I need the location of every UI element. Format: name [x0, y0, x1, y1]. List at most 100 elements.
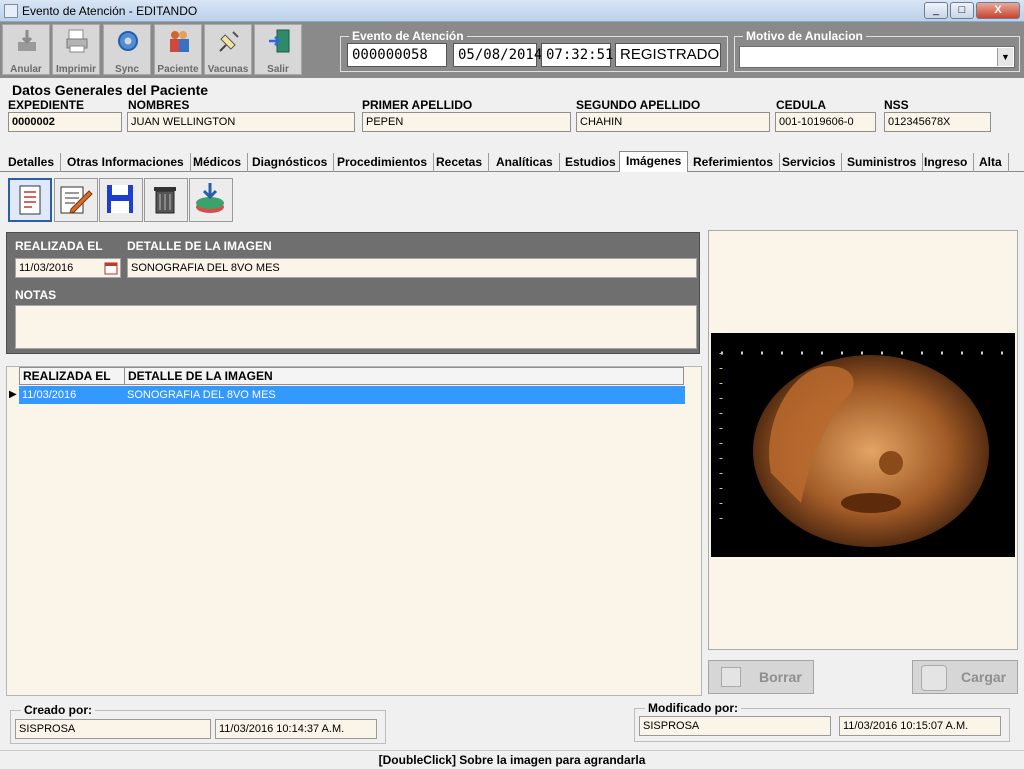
paciente-button[interactable]: Paciente: [154, 24, 202, 75]
new-record-button[interactable]: [8, 178, 52, 222]
cargar-button[interactable]: Cargar: [912, 660, 1018, 694]
tab-procedimientos[interactable]: Procedimientos: [331, 153, 435, 172]
anulacion-group: Motivo de Anulacion ▼: [734, 29, 1020, 72]
cedula-label: CEDULA: [776, 98, 826, 112]
cargar-label: Cargar: [961, 669, 1007, 685]
window-title: Evento de Atención - EDITANDO: [22, 4, 198, 18]
vacunas-button[interactable]: Vacunas: [204, 24, 252, 75]
modificado-group: Modificado por: SISPROSA 11/03/2016 10:1…: [634, 701, 1010, 742]
tab-suministros[interactable]: Suministros: [841, 153, 924, 172]
segundo-apellido-label: SEGUNDO APELLIDO: [576, 98, 701, 112]
creado-group: Creado por: SISPROSA 11/03/2016 10:14:37…: [10, 703, 386, 744]
expediente-label: EXPEDIENTE: [8, 98, 85, 112]
realizada-date-field[interactable]: 11/03/2016: [15, 258, 121, 278]
tab-bar: Detalles Otras Informaciones Médicos Dia…: [0, 151, 1024, 173]
borrar-label: Borrar: [759, 669, 802, 685]
row-pointer-icon: ▶: [9, 389, 17, 400]
tab-alta[interactable]: Alta: [973, 153, 1009, 172]
sync-gear-icon: [118, 31, 138, 51]
nombres-field[interactable]: JUAN WELLINGTON: [127, 112, 355, 132]
printer-icon: [66, 29, 88, 53]
anulacion-legend: Motivo de Anulacion: [743, 29, 866, 43]
notas-label: NOTAS: [15, 288, 57, 302]
exit-door-icon: [269, 29, 290, 53]
nombres-label: NOMBRES: [128, 98, 190, 112]
modificado-user-field[interactable]: SISPROSA: [639, 716, 831, 736]
main-toolbar: Anular Imprimir Sync Paciente Vacunas Sa…: [0, 22, 1024, 78]
tab-estudios[interactable]: Estudios: [559, 153, 623, 172]
delete-button[interactable]: [144, 178, 188, 222]
title-bar: Evento de Atención - EDITANDO _ □ X: [0, 0, 1024, 22]
imagenes-panel: REALIZADA EL DETALLE DE LA IMAGEN 11/03/…: [2, 172, 1022, 698]
borrar-icon: [721, 667, 741, 687]
grid-header-detalle[interactable]: DETALLE DE LA IMAGEN: [124, 367, 684, 385]
borrar-button[interactable]: Borrar: [708, 660, 814, 694]
tab-recetas[interactable]: Recetas: [430, 153, 490, 172]
download-stack-icon: [196, 183, 224, 213]
row-realizada-cell: 11/03/2016: [22, 389, 77, 401]
calendar-icon[interactable]: [104, 261, 118, 275]
grid-header-realizada[interactable]: REALIZADA EL: [19, 367, 125, 385]
images-grid: REALIZADA EL DETALLE DE LA IMAGEN ▶ 11/0…: [6, 366, 702, 696]
trash-can-icon: [154, 187, 176, 214]
anular-icon: [18, 30, 36, 51]
tab-detalles[interactable]: Detalles: [2, 153, 62, 172]
tab-servicios[interactable]: Servicios: [776, 153, 843, 172]
evento-numero-field[interactable]: 000000058: [347, 43, 447, 67]
creado-user-field[interactable]: SISPROSA: [15, 719, 211, 739]
edit-button[interactable]: [54, 178, 98, 222]
modificado-fecha-field[interactable]: 11/03/2016 10:15:07 A.M.: [839, 716, 1001, 736]
salir-label: Salir: [267, 64, 289, 75]
patient-legend: Datos Generales del Paciente: [12, 82, 209, 98]
nss-field[interactable]: 012345678X: [884, 112, 991, 132]
app-icon: [4, 4, 18, 18]
evento-fecha-field[interactable]: 05/08/2014: [453, 43, 542, 67]
import-button[interactable]: [189, 178, 233, 222]
floppy-disk-icon: [107, 185, 133, 213]
tab-otras-informaciones[interactable]: Otras Informaciones: [61, 153, 191, 172]
detalle-label: DETALLE DE LA IMAGEN: [127, 239, 272, 253]
evento-group: Evento de Atención 000000058 05/08/2014 …: [340, 29, 728, 72]
tab-diagnosticos[interactable]: Diagnósticos: [246, 153, 335, 172]
patient-section: Datos Generales del Paciente EXPEDIENTE …: [0, 80, 1024, 152]
vacunas-label: Vacunas: [207, 64, 249, 75]
creado-fecha-field[interactable]: 11/03/2016 10:14:37 A.M.: [215, 719, 377, 739]
tab-ingreso[interactable]: Ingreso: [918, 153, 975, 172]
anular-label: Anular: [10, 64, 42, 75]
anular-button[interactable]: Anular: [2, 24, 50, 75]
detalle-field[interactable]: SONOGRAFIA DEL 8VO MES: [127, 258, 697, 278]
anulacion-select[interactable]: ▼: [739, 46, 1015, 68]
close-button[interactable]: X: [976, 2, 1020, 19]
salir-button[interactable]: Salir: [254, 24, 302, 75]
sonogram-image[interactable]: [711, 333, 1015, 557]
document-icon: [19, 185, 41, 215]
maximize-button[interactable]: □: [950, 2, 974, 19]
expediente-field[interactable]: 0000002: [8, 112, 122, 132]
minimize-button[interactable]: _: [924, 2, 948, 19]
primer-apellido-field[interactable]: PEPEN: [362, 112, 571, 132]
notas-field[interactable]: [15, 305, 697, 349]
chevron-down-icon[interactable]: ▼: [997, 48, 1013, 66]
realizada-label: REALIZADA EL: [15, 239, 103, 253]
image-form: REALIZADA EL DETALLE DE LA IMAGEN 11/03/…: [6, 232, 700, 354]
evento-hora-field[interactable]: 07:32:51: [541, 43, 613, 67]
sync-label: Sync: [115, 64, 139, 75]
cedula-field[interactable]: 001-1019606-0: [775, 112, 876, 132]
imprimir-button[interactable]: Imprimir: [52, 24, 100, 75]
tab-analiticas[interactable]: Analíticas: [490, 153, 560, 172]
realizada-date-value: 11/03/2016: [19, 262, 74, 274]
sync-button[interactable]: Sync: [103, 24, 151, 75]
save-button[interactable]: [99, 178, 143, 222]
modificado-legend: Modificado por:: [645, 701, 741, 715]
tab-medicos[interactable]: Médicos: [187, 153, 249, 172]
table-row[interactable]: 11/03/2016 SONOGRAFIA DEL 8VO MES: [19, 386, 685, 404]
segundo-apellido-field[interactable]: CHAHIN: [576, 112, 770, 132]
image-preview-panel: [708, 230, 1018, 650]
tab-referimientos[interactable]: Referimientos: [687, 153, 781, 172]
patient-icon: [170, 31, 189, 52]
evento-estado-field: REGISTRADO: [615, 43, 721, 67]
nss-label: NSS: [884, 98, 909, 112]
status-bar: [DoubleClick] Sobre la imagen para agran…: [0, 750, 1024, 768]
tab-imagenes[interactable]: Imágenes: [619, 151, 689, 173]
row-detalle-cell: SONOGRAFIA DEL 8VO MES: [127, 389, 276, 401]
